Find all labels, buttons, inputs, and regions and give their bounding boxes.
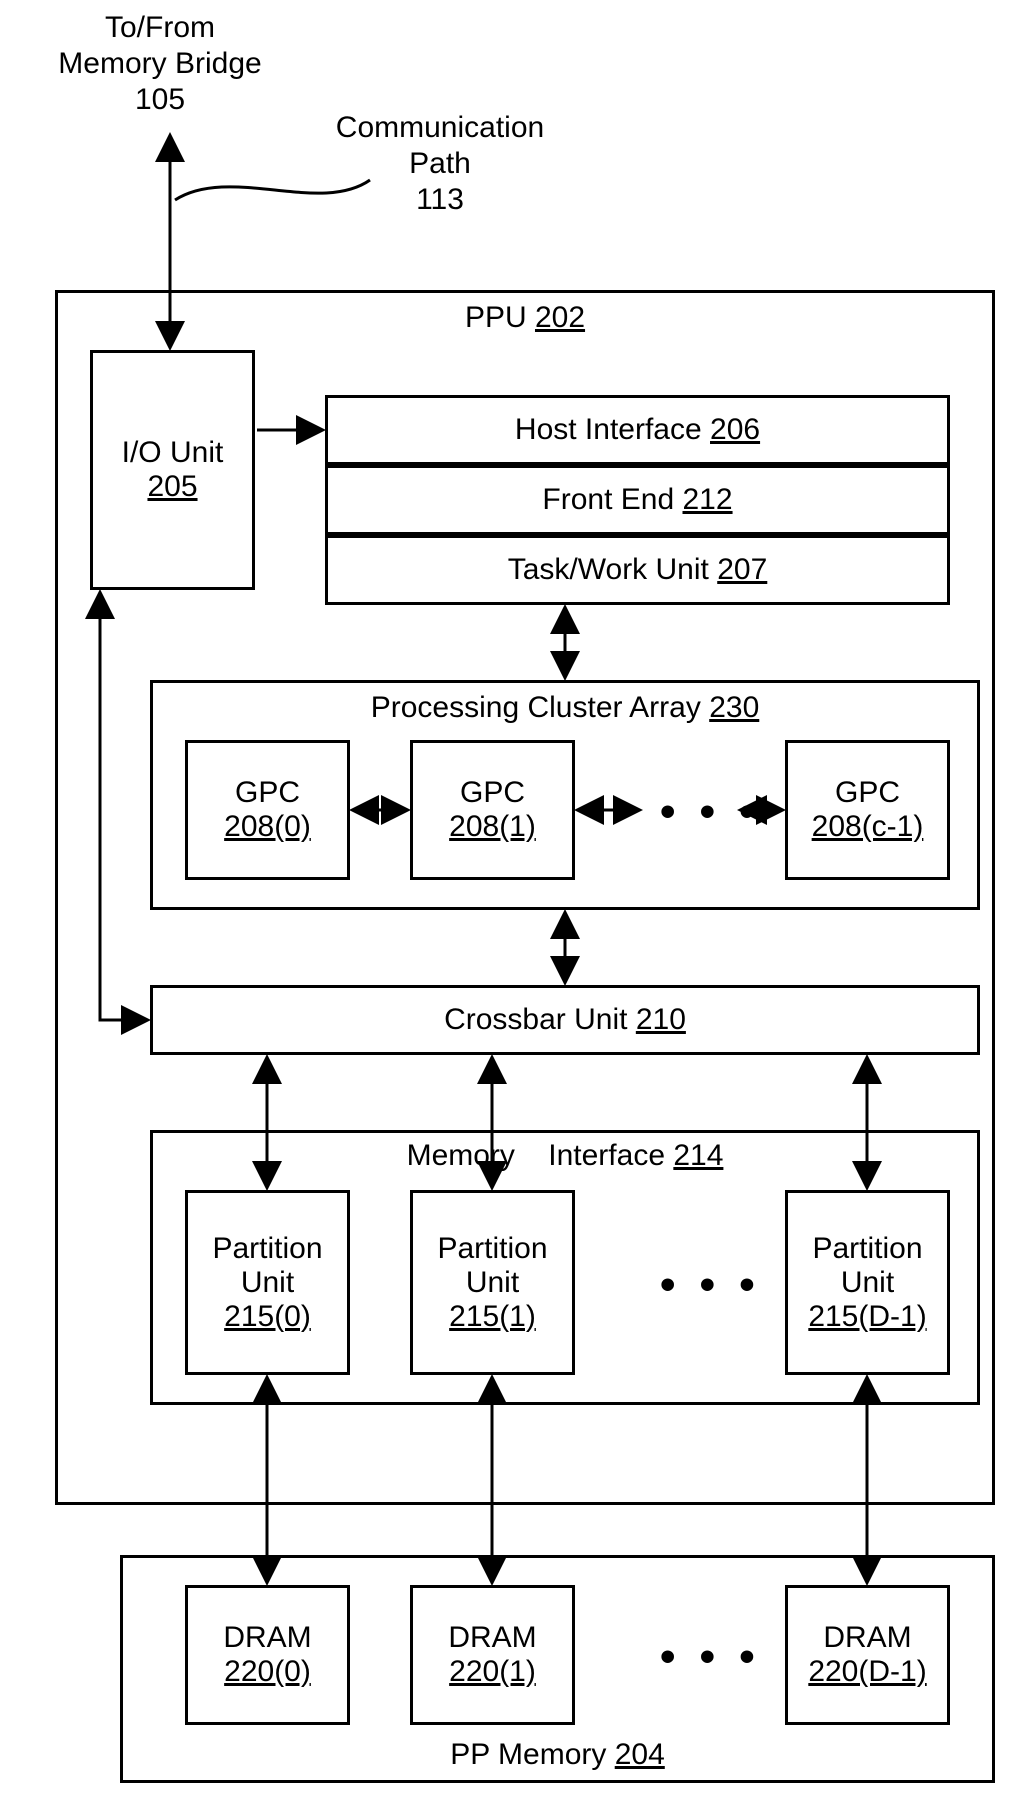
io-unit-label: I/O Unit bbox=[122, 436, 224, 470]
ppu-block-diagram: To/From Memory Bridge 105 Communication … bbox=[0, 0, 1027, 1799]
partition-0-box: Partition Unit 215(0) bbox=[185, 1190, 350, 1375]
pca-title: Processing Cluster Array 230 bbox=[153, 691, 977, 725]
gpc-c1-box: GPC 208(c-1) bbox=[785, 740, 950, 880]
memory-interface-title: Memory Interface 214 bbox=[340, 1138, 790, 1174]
task-work-unit-label: Task/Work Unit 207 bbox=[508, 553, 768, 587]
gpc-1-box: GPC 208(1) bbox=[410, 740, 575, 880]
task-work-unit-box: Task/Work Unit 207 bbox=[325, 535, 950, 605]
crossbar-box: Crossbar Unit 210 bbox=[150, 985, 980, 1055]
pp-memory-title: PP Memory 204 bbox=[450, 1738, 665, 1772]
ppu-title: PPU 202 bbox=[58, 301, 992, 335]
front-end-box: Front End 212 bbox=[325, 465, 950, 535]
partition-1-box: Partition Unit 215(1) bbox=[410, 1190, 575, 1375]
memory-bridge-label: To/From Memory Bridge 105 bbox=[20, 10, 300, 118]
dram-d1-box: DRAM 220(D-1) bbox=[785, 1585, 950, 1725]
partition-ellipsis: • • • bbox=[660, 1260, 761, 1310]
io-unit-num: 205 bbox=[147, 470, 197, 504]
dram-ellipsis: • • • bbox=[660, 1632, 761, 1682]
gpc-ellipsis: • • • bbox=[660, 787, 761, 837]
gpc-0-box: GPC 208(0) bbox=[185, 740, 350, 880]
host-interface-label: Host Interface 206 bbox=[515, 413, 760, 447]
communication-path-label: Communication Path 113 bbox=[310, 110, 570, 218]
io-unit-box: I/O Unit 205 bbox=[90, 350, 255, 590]
dram-0-box: DRAM 220(0) bbox=[185, 1585, 350, 1725]
front-end-label: Front End 212 bbox=[542, 483, 732, 517]
partition-d1-box: Partition Unit 215(D-1) bbox=[785, 1190, 950, 1375]
dram-1-box: DRAM 220(1) bbox=[410, 1585, 575, 1725]
crossbar-label: Crossbar Unit 210 bbox=[444, 1003, 686, 1037]
host-interface-box: Host Interface 206 bbox=[325, 395, 950, 465]
